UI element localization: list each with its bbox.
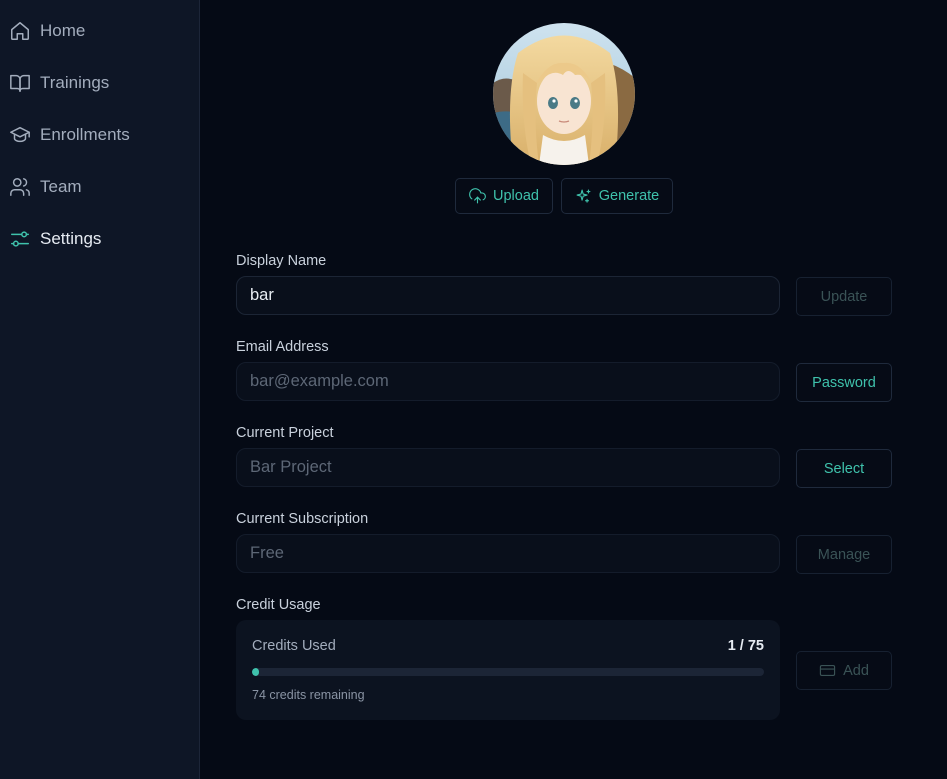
credit-usage-label: Credit Usage (236, 597, 321, 613)
avatar-image (493, 23, 635, 165)
password-button[interactable]: Password (796, 363, 892, 402)
book-icon (8, 71, 32, 95)
subscription-field: Free (236, 534, 780, 573)
users-icon (8, 175, 32, 199)
sidebar-item-label: Enrollments (40, 125, 130, 144)
credits-remaining: 74 credits remaining (252, 688, 365, 702)
project-label: Current Project (236, 425, 334, 441)
sidebar-item-label: Team (40, 177, 82, 196)
cloud-upload-icon (469, 187, 486, 203)
display-name-input[interactable]: bar (236, 276, 780, 315)
generate-label: Generate (598, 188, 660, 204)
sidebar-item-label: Home (40, 21, 86, 40)
app: Home Trainings Enrollments Team Settings (0, 0, 947, 779)
sidebar: Home Trainings Enrollments Team Settings (0, 0, 200, 779)
home-icon (8, 19, 32, 43)
sidebar-item-settings[interactable]: Settings (0, 219, 199, 259)
upload-label: Upload (493, 188, 539, 204)
sidebar-item-team[interactable]: Team (0, 167, 199, 207)
add-credits-button[interactable]: Add (796, 651, 892, 690)
graduation-cap-icon (8, 123, 32, 147)
sidebar-item-label: Trainings (40, 73, 110, 92)
settings-sliders-icon (8, 227, 32, 251)
settings-main: Upload Generate Display Name bar Update … (200, 0, 947, 779)
upload-button[interactable]: Upload (455, 178, 553, 214)
credits-used-count: 1 / 75 (727, 638, 764, 654)
sidebar-item-home[interactable]: Home (0, 11, 199, 51)
credits-used-label: Credits Used (252, 638, 336, 654)
sidebar-item-trainings[interactable]: Trainings (0, 63, 199, 103)
email-label: Email Address (236, 339, 329, 355)
display-name-label: Display Name (236, 253, 327, 269)
email-field: bar@example.com (236, 362, 780, 401)
manage-subscription-button[interactable]: Manage (796, 535, 892, 574)
credit-progress-fill (252, 668, 259, 676)
sparkles-icon (576, 189, 591, 203)
credit-card-icon (819, 664, 836, 677)
sidebar-item-enrollments[interactable]: Enrollments (0, 115, 199, 155)
subscription-label: Current Subscription (236, 511, 369, 527)
select-project-button[interactable]: Select (796, 449, 892, 488)
avatar (493, 23, 635, 165)
project-field: Bar Project (236, 448, 780, 487)
credit-usage-card: Credits Used 1 / 75 74 credits remaining (236, 620, 780, 720)
update-button[interactable]: Update (796, 277, 892, 316)
credit-progress-track (252, 668, 764, 676)
sidebar-item-label: Settings (40, 229, 102, 248)
generate-button[interactable]: Generate (561, 178, 673, 214)
add-credits-label: Add (843, 662, 869, 679)
